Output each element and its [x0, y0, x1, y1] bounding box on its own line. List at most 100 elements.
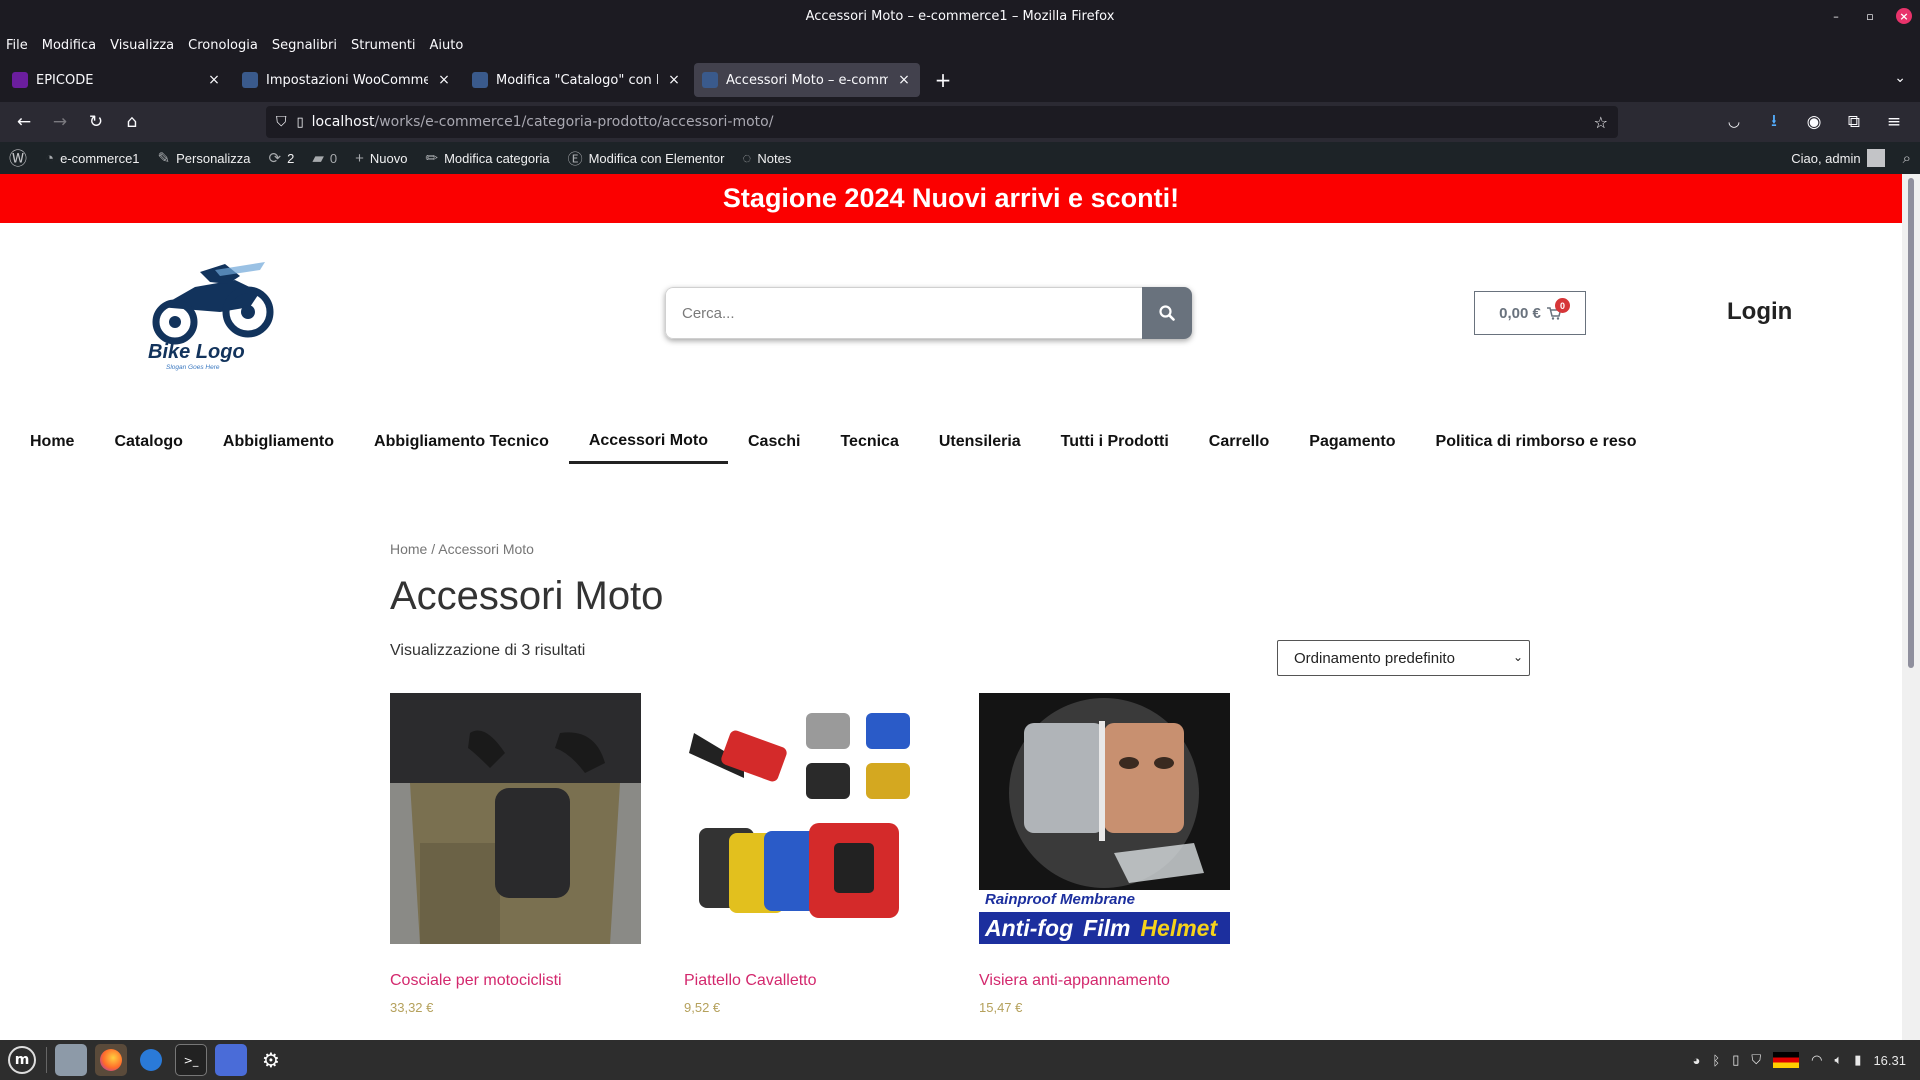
brush-icon: ✎: [157, 150, 171, 167]
shield-icon[interactable]: ⛉: [276, 114, 287, 130]
back-arrow-icon[interactable]: ←: [6, 106, 42, 138]
menu-file[interactable]: File: [6, 38, 28, 53]
tab-close-icon[interactable]: ×: [896, 72, 912, 88]
wp-updates-count: 2: [287, 150, 295, 166]
product-card[interactable]: Piattello Cavalletto 9,52 €: [684, 693, 935, 1015]
site-logo[interactable]: Bike Logo Slogan Goes Here: [140, 252, 275, 372]
screenshot-tool-icon[interactable]: [215, 1044, 247, 1076]
product-card[interactable]: Rainproof Membrane Anti-fog Film Helmet …: [979, 693, 1230, 1015]
comment-icon: ▰: [312, 150, 324, 167]
tab-close-icon[interactable]: ×: [436, 72, 452, 88]
product-price: 15,47 €: [979, 1000, 1023, 1015]
terminal-icon[interactable]: >_: [175, 1044, 207, 1076]
tab-label: Impostazioni WooCommerce: [266, 72, 428, 88]
product-name[interactable]: Cosciale per motociclisti: [390, 972, 641, 990]
wp-edit-category-link[interactable]: ✏ Modifica categoria: [416, 142, 558, 174]
clipboard-icon[interactable]: ▯: [1732, 1052, 1739, 1068]
search-input[interactable]: [665, 287, 1142, 339]
close-icon[interactable]: ×: [1896, 8, 1912, 24]
file-manager-icon[interactable]: [55, 1044, 87, 1076]
breadcrumb[interactable]: Home / Accessori Moto: [390, 541, 534, 557]
wp-site-link[interactable]: ◔ e-commerce1: [36, 142, 149, 174]
nav-item-caschi[interactable]: Caschi: [728, 420, 820, 464]
menu-modifica[interactable]: Modifica: [42, 38, 96, 53]
url-bar[interactable]: ⛉ ▯ localhost/works/e-commerce1/categori…: [266, 106, 1618, 138]
wp-account-menu[interactable]: Ciao, admin: [1782, 142, 1893, 174]
site-favicon-icon: [242, 72, 258, 88]
menu-segnalibri[interactable]: Segnalibri: [272, 38, 337, 53]
mini-cart-button[interactable]: 0,00 € 0: [1474, 291, 1586, 335]
menu-aiuto[interactable]: Aiuto: [430, 38, 464, 53]
extensions-icon[interactable]: ⧉: [1836, 106, 1872, 138]
clock[interactable]: 16.31: [1873, 1053, 1906, 1068]
tab-close-icon[interactable]: ×: [666, 72, 682, 88]
menu-visualizza[interactable]: Visualizza: [110, 38, 174, 53]
home-icon[interactable]: ⌂: [114, 106, 150, 138]
page-info-icon[interactable]: ▯: [297, 115, 304, 130]
nav-item-utensileria[interactable]: Utensileria: [919, 420, 1041, 464]
product-image-visor[interactable]: Rainproof Membrane Anti-fog Film Helmet: [979, 693, 1230, 944]
product-image-leg-bag[interactable]: [390, 693, 641, 944]
wp-customize-link[interactable]: ✎ Personalizza: [149, 142, 260, 174]
search-button[interactable]: [1142, 287, 1192, 339]
wp-elementor-link[interactable]: Ⓔ Modifica con Elementor: [559, 142, 734, 174]
wifi-icon[interactable]: ◠: [1811, 1052, 1822, 1068]
tab-elementor-edit[interactable]: Modifica "Catalogo" con Ele ×: [464, 63, 690, 97]
nav-item-politica-rimborso[interactable]: Politica di rimborso e reso: [1416, 420, 1657, 464]
battery-icon[interactable]: ▮: [1854, 1052, 1861, 1068]
bluetooth-icon[interactable]: ᛒ: [1712, 1053, 1720, 1068]
nav-item-accessori-moto[interactable]: Accessori Moto: [568, 420, 728, 464]
menu-strumenti[interactable]: Strumenti: [351, 38, 416, 53]
login-link[interactable]: Login: [1727, 298, 1792, 326]
orderby-select[interactable]: Ordinamento predefinito ⌄: [1277, 640, 1530, 676]
wp-notes-link[interactable]: ◌ Notes: [733, 142, 800, 174]
plus-icon: +: [355, 149, 364, 167]
tab-epicode[interactable]: EPICODE ×: [4, 63, 230, 97]
tab-close-icon[interactable]: ×: [206, 72, 222, 88]
tab-accessori-moto[interactable]: Accessori Moto – e-commerce ×: [694, 63, 920, 97]
product-card[interactable]: Cosciale per motociclisti 33,32 €: [390, 693, 641, 1015]
downloads-icon[interactable]: ⭳: [1756, 106, 1792, 138]
hamburger-menu-icon[interactable]: ≡: [1876, 106, 1912, 138]
firefox-icon[interactable]: [95, 1044, 127, 1076]
nav-item-pagamento[interactable]: Pagamento: [1289, 420, 1415, 464]
nav-item-abbigliamento-tecnico[interactable]: Abbigliamento Tecnico: [354, 420, 569, 464]
thunderbird-icon[interactable]: [135, 1044, 167, 1076]
product-image-kickstand-pad[interactable]: [684, 693, 935, 944]
forward-arrow-icon[interactable]: →: [42, 106, 78, 138]
nav-item-tutti-i-prodotti[interactable]: Tutti i Prodotti: [1041, 420, 1189, 464]
window-title: Accessori Moto – e-commerce1 – Mozilla F…: [805, 8, 1115, 24]
tab-woocommerce-settings[interactable]: Impostazioni WooCommerce ×: [234, 63, 460, 97]
wp-comments-link[interactable]: ▰ 0: [303, 142, 346, 174]
settings-gear-icon[interactable]: ⚙: [255, 1044, 287, 1076]
wp-updates-link[interactable]: ⟳ 2: [260, 142, 304, 174]
result-count: Visualizzazione di 3 risultati: [390, 642, 586, 659]
product-name[interactable]: Piattello Cavalletto: [684, 972, 935, 990]
nav-item-tecnica[interactable]: Tecnica: [820, 420, 918, 464]
keyboard-layout-flag-icon[interactable]: [1773, 1052, 1800, 1068]
menu-cronologia[interactable]: Cronologia: [188, 38, 258, 53]
visor-banner-film: Film: [1083, 915, 1131, 941]
discord-icon[interactable]: ◕: [1693, 1053, 1701, 1068]
minimize-icon[interactable]: –: [1828, 8, 1844, 24]
nav-item-abbigliamento[interactable]: Abbigliamento: [203, 420, 354, 464]
shield-tray-icon[interactable]: ⛉: [1751, 1052, 1761, 1068]
bookmark-star-icon[interactable]: ☆: [1594, 113, 1608, 132]
account-icon[interactable]: ◉: [1796, 106, 1832, 138]
page-scrollbar[interactable]: [1902, 174, 1920, 1040]
scrollbar-thumb[interactable]: [1908, 178, 1914, 668]
volume-icon[interactable]: 🔈︎: [1834, 1052, 1842, 1068]
pocket-icon[interactable]: ◡: [1716, 106, 1752, 138]
nav-item-catalogo[interactable]: Catalogo: [94, 420, 202, 464]
wp-new-link[interactable]: + Nuovo: [346, 142, 416, 174]
maximize-icon[interactable]: ▫: [1862, 8, 1878, 24]
reload-icon[interactable]: ↻: [78, 106, 114, 138]
new-tab-plus-icon[interactable]: +: [926, 63, 960, 97]
wp-search-icon[interactable]: ⌕: [1894, 142, 1920, 174]
mint-menu-icon[interactable]: m: [8, 1046, 36, 1074]
nav-item-home[interactable]: Home: [0, 420, 94, 464]
product-name[interactable]: Visiera anti-appannamento: [979, 972, 1230, 990]
nav-item-carrello[interactable]: Carrello: [1189, 420, 1289, 464]
tab-list-chevron-icon[interactable]: ⌄: [1894, 70, 1906, 86]
wordpress-logo-icon[interactable]: Ⓦ: [0, 142, 36, 174]
